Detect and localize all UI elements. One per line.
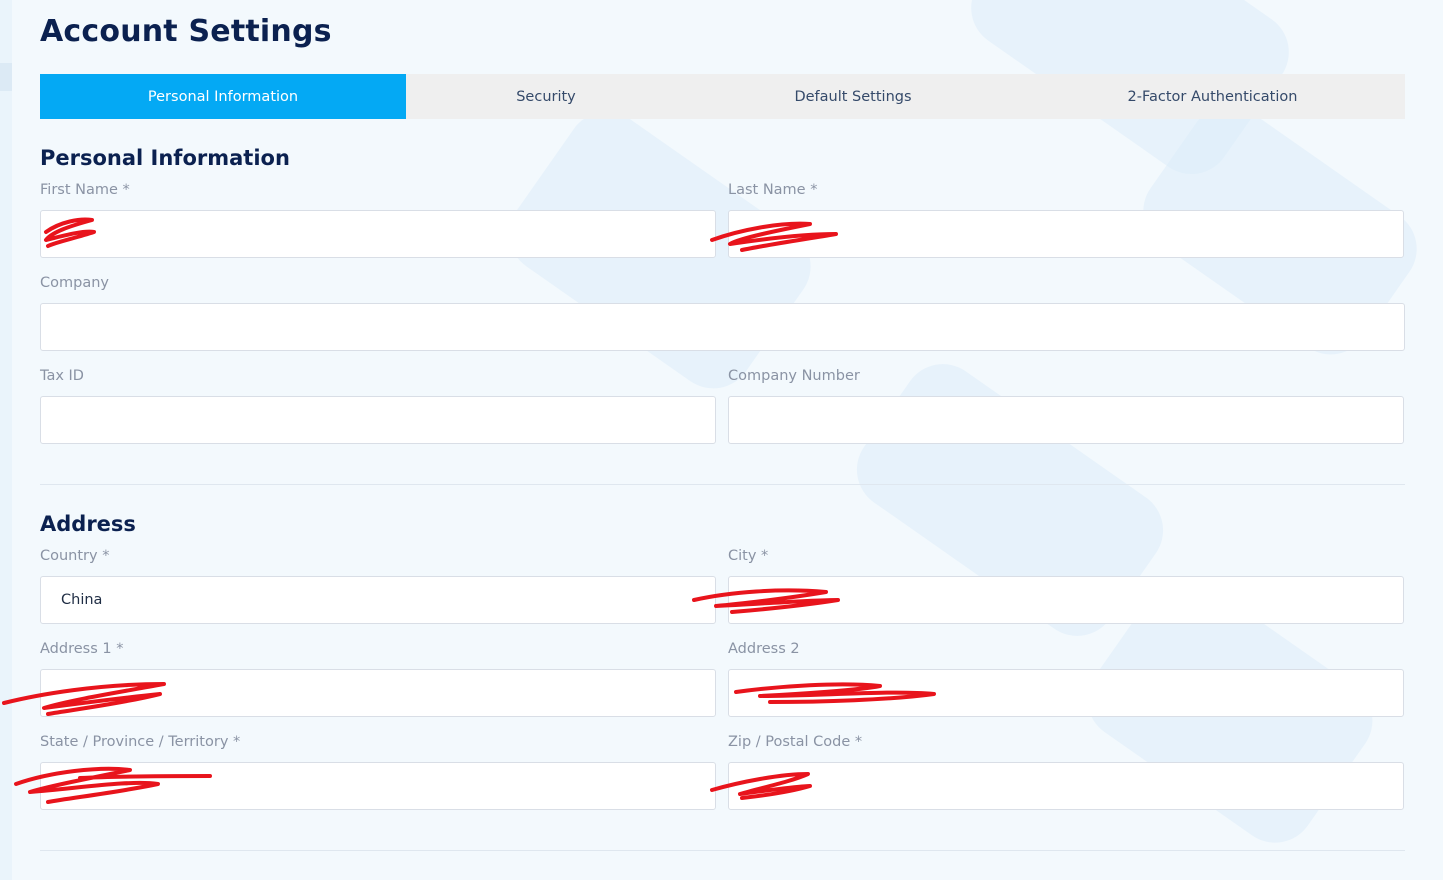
settings-tabs: Personal Information Security Default Se…: [40, 74, 1405, 119]
country-label: Country *: [40, 548, 110, 564]
company-label: Company: [40, 275, 109, 291]
city-input[interactable]: [728, 576, 1404, 624]
left-edge: [0, 0, 12, 880]
state-label: State / Province / Territory *: [40, 734, 241, 750]
address1-label: Address 1 *: [40, 641, 124, 657]
first-name-label: First Name *: [40, 182, 130, 198]
first-name-input[interactable]: [40, 210, 716, 258]
state-input[interactable]: [40, 762, 716, 810]
address2-input[interactable]: [728, 669, 1404, 717]
page-title: Account Settings: [40, 14, 332, 49]
tab-personal-information[interactable]: Personal Information: [40, 74, 406, 119]
tax-id-label: Tax ID: [40, 368, 84, 384]
company-number-input[interactable]: [728, 396, 1404, 444]
tab-default-settings[interactable]: Default Settings: [686, 74, 1020, 119]
personal-information-heading: Personal Information: [40, 146, 290, 170]
tab-security[interactable]: Security: [406, 74, 686, 119]
last-name-input[interactable]: [728, 210, 1404, 258]
zip-input[interactable]: [728, 762, 1404, 810]
city-label: City *: [728, 548, 769, 564]
tax-id-input[interactable]: [40, 396, 716, 444]
section-divider: [40, 484, 1405, 485]
tab-2-factor-authentication[interactable]: 2-Factor Authentication: [1020, 74, 1405, 119]
address2-label: Address 2: [728, 641, 800, 657]
zip-label: Zip / Postal Code *: [728, 734, 863, 750]
company-input[interactable]: [40, 303, 1405, 351]
section-divider-bottom: [40, 850, 1405, 851]
company-number-label: Company Number: [728, 368, 860, 384]
address1-input[interactable]: [40, 669, 716, 717]
last-name-label: Last Name *: [728, 182, 818, 198]
country-input[interactable]: [40, 576, 716, 624]
address-heading: Address: [40, 512, 136, 536]
